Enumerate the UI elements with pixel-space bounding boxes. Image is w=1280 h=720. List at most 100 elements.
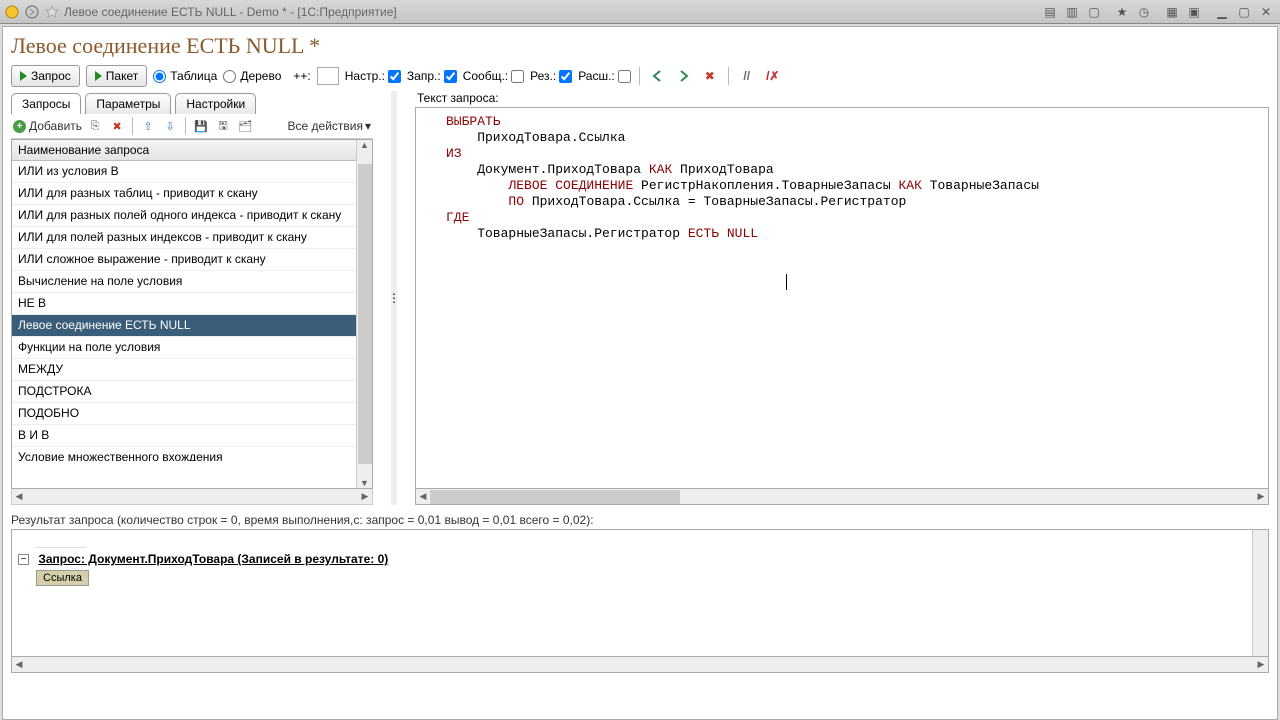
window-title: Левое соединение ЕСТЬ NULL - Demo * - [1… [64,5,397,19]
tb-cal-icon[interactable]: ▣ [1185,4,1203,20]
plus-minus-input[interactable] [317,67,339,85]
query-editor[interactable]: ВЫБРАТЬ ПриходТовара.Ссылка ИЗ Документ.… [416,108,1268,488]
messages-check[interactable]: Сообщ.: [463,69,524,83]
scroll-left-arrow[interactable]: ◀ [12,491,26,502]
list-item[interactable]: Вычисление на поле условия [12,271,356,293]
minimize-button[interactable]: ▁ [1213,4,1231,20]
page-title: Левое соединение ЕСТЬ NULL * [11,33,1269,59]
scroll-right-arrow[interactable]: ▶ [1254,491,1268,502]
save-as-button[interactable]: 🖫 [214,117,232,135]
tabbar: Запросы Параметры Настройки [11,93,373,114]
result-checkbox[interactable] [559,70,572,83]
load-button[interactable]: 🗂 [236,117,254,135]
ext-checkbox[interactable] [618,70,631,83]
scroll-right-arrow[interactable]: ▶ [1254,659,1268,670]
view-table-input[interactable] [153,70,166,83]
run-packet-button[interactable]: Пакет [86,65,147,87]
result-column-header[interactable]: Ссылка [36,570,89,586]
add-button[interactable]: + Добавить [13,119,82,133]
list-vscrollbar[interactable]: ▲ ▼ [356,140,372,488]
delete-item-button[interactable]: ✖ [108,117,126,135]
list-item[interactable]: ПОДОБНО [12,403,356,425]
nav-back-button[interactable] [648,66,668,86]
query-checkbox[interactable] [444,70,457,83]
scroll-thumb[interactable] [430,490,680,504]
scroll-track[interactable] [26,490,358,504]
copy-button[interactable]: ⎘ [86,117,104,135]
settings-label: Настр.: [345,69,385,83]
content-area: Левое соединение ЕСТЬ NULL * Запрос Паке… [2,26,1278,720]
play-icon [20,71,27,81]
list-item[interactable]: МЕЖДУ [12,359,356,381]
tb-page-icon[interactable]: ▢ [1085,4,1103,20]
window-titlebar: Левое соединение ЕСТЬ NULL - Demo * - [1… [0,0,1280,24]
scroll-left-arrow[interactable]: ◀ [12,659,26,670]
star-icon[interactable] [44,4,60,20]
save-button[interactable]: 💾 [192,117,210,135]
editor-label: Текст запроса: [417,91,1269,105]
list-item[interactable]: Функции на поле условия [12,337,356,359]
nav-circle-icon[interactable] [24,4,40,20]
scroll-down-arrow[interactable]: ▼ [360,478,369,488]
list-header[interactable]: Наименование запроса [12,140,356,161]
query-list[interactable]: ИЛИ из условия ВИЛИ для разных таблиц - … [12,161,356,461]
list-toolbar: + Добавить ⎘ ✖ ⇧ ⇩ 💾 🖫 🗂 Все действия ▾ [11,114,373,139]
plus-minus-label: ++: [293,69,310,83]
left-panel: Запросы Параметры Настройки + Добавить ⎘… [11,91,373,505]
tb-sheet-icon[interactable]: ▥ [1063,4,1081,20]
view-tree-radio[interactable]: Дерево [223,69,281,83]
settings-checkbox[interactable] [388,70,401,83]
tb-fav-icon[interactable]: ★ [1113,4,1131,20]
query-check[interactable]: Запр.: [407,69,457,83]
uncomment-button[interactable]: /✗ [763,66,783,86]
tab-parameters[interactable]: Параметры [85,93,171,114]
scroll-thumb[interactable] [358,164,372,464]
messages-label: Сообщ.: [463,69,508,83]
list-item[interactable]: ИЛИ для разных полей одного индекса - пр… [12,205,356,227]
all-actions-menu[interactable]: Все действия ▾ [288,119,372,133]
result-vscrollbar[interactable] [1252,530,1268,656]
tb-doc-icon[interactable]: ▤ [1041,4,1059,20]
move-up-button[interactable]: ⇧ [139,117,157,135]
tab-queries[interactable]: Запросы [11,93,81,114]
comment-button[interactable]: // [737,66,757,86]
view-table-radio[interactable]: Таблица [153,69,217,83]
maximize-button[interactable]: ▢ [1235,4,1253,20]
list-item[interactable]: Левое соединение ЕСТЬ NULL [12,315,356,337]
list-item[interactable]: ИЛИ из условия В [12,161,356,183]
scroll-right-arrow[interactable]: ▶ [358,491,372,502]
settings-check[interactable]: Настр.: [345,69,401,83]
vertical-splitter[interactable]: ⋮ [391,91,397,505]
view-tree-input[interactable] [223,70,236,83]
list-item[interactable]: Условие множественного вхождения [12,447,356,461]
separator [132,117,133,135]
tb-calc-icon[interactable]: ▦ [1163,4,1181,20]
result-check[interactable]: Рез.: [530,69,572,83]
ext-label: Расш.: [578,69,615,83]
editor-hscrollbar[interactable]: ◀ ▶ [415,489,1269,505]
result-group-title[interactable]: Запрос: Документ.ПриходТовара (Записей в… [38,552,388,566]
scroll-up-arrow[interactable]: ▲ [360,140,369,150]
nav-forward-button[interactable] [674,66,694,86]
result-hscrollbar[interactable]: ◀ ▶ [11,657,1269,673]
tree-collapse-toggle[interactable]: − [18,554,29,565]
list-item[interactable]: В И В [12,425,356,447]
tb-clock-icon[interactable]: ◷ [1135,4,1153,20]
result-body[interactable]: − Запрос: Документ.ПриходТовара (Записей… [12,530,1252,656]
delete-button[interactable]: ✖ [700,66,720,86]
list-item[interactable]: НЕ В [12,293,356,315]
ext-check[interactable]: Расш.: [578,69,631,83]
list-item[interactable]: ПОДСТРОКА [12,381,356,403]
list-hscrollbar[interactable]: ◀ ▶ [11,489,373,505]
result-area: − Запрос: Документ.ПриходТовара (Записей… [11,529,1269,657]
move-down-button[interactable]: ⇩ [161,117,179,135]
list-item[interactable]: ИЛИ сложное выражение - приводит к скану [12,249,356,271]
tab-settings[interactable]: Настройки [175,93,256,114]
messages-checkbox[interactable] [511,70,524,83]
run-query-button[interactable]: Запрос [11,65,80,87]
list-item[interactable]: ИЛИ для полей разных индексов - приводит… [12,227,356,249]
scroll-left-arrow[interactable]: ◀ [416,491,430,502]
close-button[interactable]: ✕ [1257,4,1275,20]
list-item[interactable]: ИЛИ для разных таблиц - приводит к скану [12,183,356,205]
titlebar-shortcut-group: ▤ ▥ ▢ [1040,4,1104,20]
